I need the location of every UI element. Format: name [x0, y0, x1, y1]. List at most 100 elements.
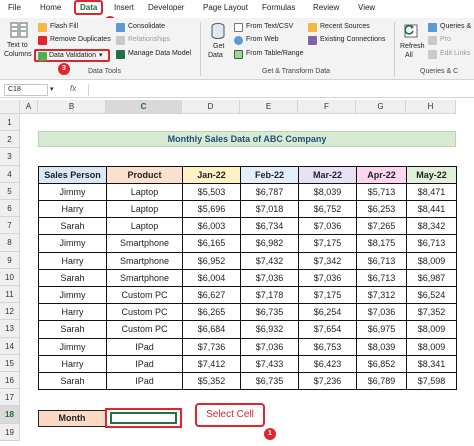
column-header-e[interactable]: E — [240, 100, 298, 114]
row-header-10[interactable]: 10 — [0, 268, 20, 286]
sales-person-cell[interactable]: Jimmy — [38, 337, 107, 356]
sales-value-cell[interactable]: $7,036 — [240, 337, 299, 356]
product-cell[interactable]: Laptop — [106, 217, 183, 236]
sales-value-cell[interactable]: $6,987 — [406, 268, 457, 287]
sales-value-cell[interactable]: $8,175 — [356, 234, 407, 253]
tab-view[interactable]: View — [358, 3, 375, 12]
sales-value-cell[interactable]: $6,952 — [182, 251, 241, 270]
sales-value-cell[interactable]: $6,753 — [298, 337, 357, 356]
sales-value-cell[interactable]: $7,036 — [356, 303, 407, 322]
row-header-2[interactable]: 2 — [0, 131, 20, 149]
month-input-cell[interactable] — [110, 412, 177, 424]
sales-value-cell[interactable]: $6,789 — [356, 372, 407, 391]
data-validation-button[interactable]: Data Validation ▾ — [34, 49, 110, 62]
sales-value-cell[interactable]: $7,036 — [298, 268, 357, 287]
column-header-b[interactable]: B — [38, 100, 106, 114]
row-header-18[interactable]: 18 — [0, 406, 20, 424]
row-header-13[interactable]: 13 — [0, 320, 20, 338]
sales-value-cell[interactable]: $7,412 — [182, 354, 241, 373]
product-cell[interactable]: Smartphone — [106, 268, 183, 287]
sales-value-cell[interactable]: $7,036 — [298, 217, 357, 236]
product-cell[interactable]: Smartphone — [106, 251, 183, 270]
get-data-button[interactable]: Get Data — [204, 20, 232, 64]
table-header-cell[interactable]: Feb-22 — [240, 165, 299, 184]
column-header-d[interactable]: D — [182, 100, 240, 114]
row-header-7[interactable]: 7 — [0, 217, 20, 235]
recent-sources-button[interactable]: Recent Sources — [308, 22, 394, 33]
sales-person-cell[interactable]: Sarah — [38, 372, 107, 391]
sales-value-cell[interactable]: $7,432 — [240, 251, 299, 270]
flash-fill-button[interactable]: Flash Fill — [38, 22, 110, 33]
product-cell[interactable]: Custom PC — [106, 286, 183, 305]
tab-data[interactable]: Data — [74, 0, 104, 15]
row-header-6[interactable]: 6 — [0, 200, 20, 218]
sales-value-cell[interactable]: $7,236 — [298, 372, 357, 391]
product-cell[interactable]: Custom PC — [106, 303, 183, 322]
queries-connections-button[interactable]: Queries & — [428, 22, 474, 33]
row-header-5[interactable]: 5 — [0, 182, 20, 200]
sales-value-cell[interactable]: $6,253 — [356, 200, 407, 219]
tab-page-layout[interactable]: Page Layout — [203, 3, 248, 12]
sales-value-cell[interactable]: $7,598 — [406, 372, 457, 391]
sales-person-cell[interactable]: Jimmy — [38, 286, 107, 305]
sales-person-cell[interactable]: Jimmy — [38, 182, 107, 201]
sales-value-cell[interactable]: $6,734 — [240, 217, 299, 236]
row-header-9[interactable]: 9 — [0, 251, 20, 269]
sales-value-cell[interactable]: $7,175 — [298, 286, 357, 305]
sales-value-cell[interactable]: $6,735 — [240, 303, 299, 322]
sales-value-cell[interactable]: $8,009 — [406, 320, 457, 339]
product-cell[interactable]: Laptop — [106, 200, 183, 219]
tab-developer[interactable]: Developer — [148, 3, 184, 12]
sheet-title[interactable]: Monthly Sales Data of ABC Company — [38, 131, 456, 147]
sales-person-cell[interactable]: Harry — [38, 251, 107, 270]
column-header-c[interactable]: C — [106, 100, 182, 114]
sales-value-cell[interactable]: $6,003 — [182, 217, 241, 236]
sales-value-cell[interactable]: $7,175 — [298, 234, 357, 253]
edit-links-button[interactable]: Edit Links — [428, 49, 474, 60]
column-header-h[interactable]: H — [406, 100, 456, 114]
name-box[interactable]: C18 — [4, 84, 48, 96]
tab-insert[interactable]: Insert — [114, 3, 134, 12]
select-all-corner[interactable] — [0, 100, 20, 114]
row-header-16[interactable]: 16 — [0, 372, 20, 390]
table-header-cell[interactable]: Apr-22 — [356, 165, 407, 184]
from-text-csv-button[interactable]: From Text/CSV — [234, 22, 304, 33]
sales-value-cell[interactable]: $6,254 — [298, 303, 357, 322]
sales-value-cell[interactable]: $6,524 — [406, 286, 457, 305]
sales-value-cell[interactable]: $8,341 — [406, 354, 457, 373]
text-to-columns-button[interactable]: Text to Columns — [4, 20, 34, 64]
month-label-cell[interactable]: Month — [38, 410, 106, 427]
from-table-range-button[interactable]: From Table/Range — [234, 49, 312, 60]
sales-value-cell[interactable]: $6,713 — [356, 268, 407, 287]
row-header-3[interactable]: 3 — [0, 148, 20, 166]
row-header-19[interactable]: 19 — [0, 423, 20, 441]
sales-person-cell[interactable]: Sarah — [38, 268, 107, 287]
row-header-8[interactable]: 8 — [0, 234, 20, 252]
sales-value-cell[interactable]: $7,433 — [240, 354, 299, 373]
row-header-11[interactable]: 11 — [0, 286, 20, 304]
sales-value-cell[interactable]: $8,471 — [406, 182, 457, 201]
sales-person-cell[interactable]: Harry — [38, 303, 107, 322]
sales-value-cell[interactable]: $6,932 — [240, 320, 299, 339]
product-cell[interactable]: IPad — [106, 337, 183, 356]
table-header-cell[interactable]: Product — [106, 165, 183, 184]
properties-button[interactable]: Pro — [428, 35, 474, 46]
sales-value-cell[interactable]: $8,441 — [406, 200, 457, 219]
sales-value-cell[interactable]: $5,503 — [182, 182, 241, 201]
sales-value-cell[interactable]: $6,684 — [182, 320, 241, 339]
sales-value-cell[interactable]: $5,713 — [356, 182, 407, 201]
tab-home[interactable]: Home — [40, 3, 61, 12]
sales-person-cell[interactable]: Jimmy — [38, 234, 107, 253]
sales-value-cell[interactable]: $7,178 — [240, 286, 299, 305]
row-header-14[interactable]: 14 — [0, 337, 20, 355]
sales-value-cell[interactable]: $7,342 — [298, 251, 357, 270]
fx-icon[interactable]: fx — [70, 84, 76, 93]
sales-value-cell[interactable]: $7,654 — [298, 320, 357, 339]
sales-value-cell[interactable]: $7,352 — [406, 303, 457, 322]
column-header-a[interactable]: A — [20, 100, 38, 114]
row-header-1[interactable]: 1 — [0, 114, 20, 132]
name-box-dropdown-icon[interactable]: ▾ — [50, 85, 54, 93]
sales-value-cell[interactable]: $6,004 — [182, 268, 241, 287]
sales-person-cell[interactable]: Harry — [38, 200, 107, 219]
sales-value-cell[interactable]: $7,036 — [240, 268, 299, 287]
